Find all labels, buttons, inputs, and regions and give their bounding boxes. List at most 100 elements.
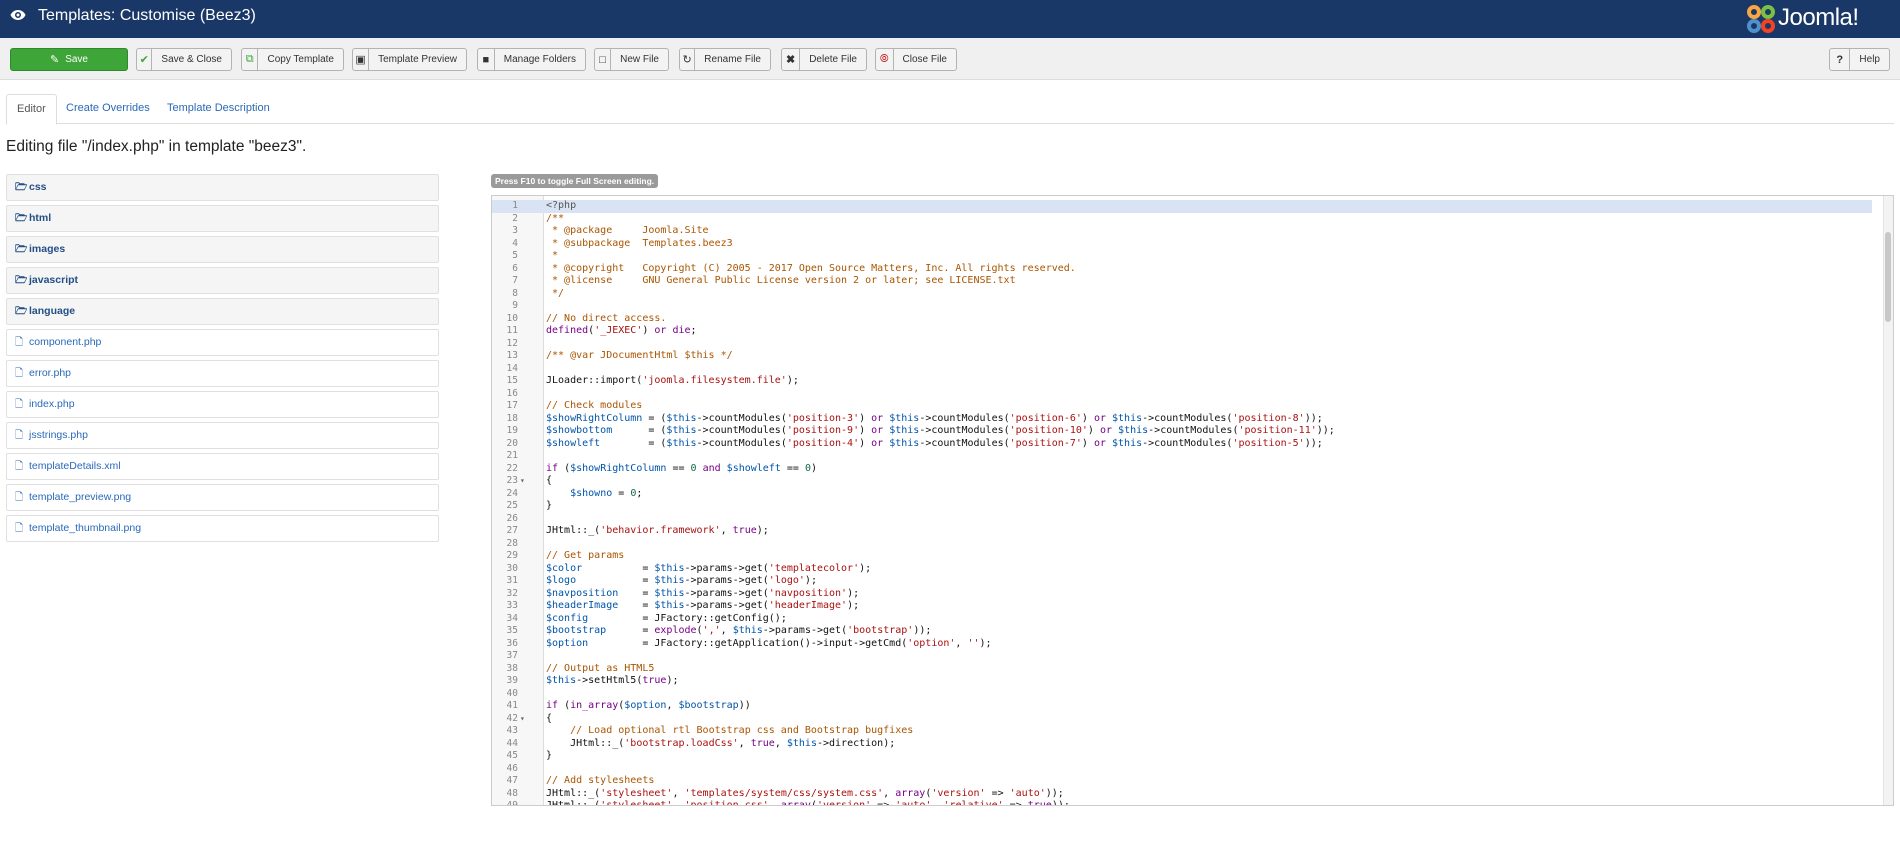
code-line[interactable]: 28 [492, 538, 1872, 551]
folder-label: javascript [29, 274, 79, 286]
folder-item-language[interactable]: 🗁 language [6, 298, 439, 325]
code-line[interactable]: 3 * @package Joomla.Site [492, 225, 1872, 238]
code-line[interactable]: 1 <?php [492, 200, 1872, 213]
code-text: */ [546, 287, 565, 299]
code-line[interactable]: 22 if ($showRightColumn == 0 and $showlef… [492, 463, 1872, 476]
code-line[interactable]: 45} [492, 750, 1872, 763]
code-line[interactable]: 34 $config = JFactory::getConfig(); [492, 613, 1872, 626]
code-line[interactable]: 6 * @copyright Copyright (C) 2005 - 2017… [492, 263, 1872, 276]
code-text: $option = JFactory::getApplication()->in… [546, 637, 992, 649]
code-line[interactable]: 43 // Load optional rtl Bootstrap css an… [492, 725, 1872, 738]
code-line[interactable]: 26 [492, 513, 1872, 526]
code-editor[interactable]: 1 <?php 2/** 3 * @package Joomla.Site 4 * @s… [491, 195, 1894, 806]
line-number: 20 [506, 437, 518, 449]
code-line[interactable]: 20 $showleft = ($this->countModules('posi… [492, 438, 1872, 451]
file-item-index[interactable]: 🗋 index.php [6, 391, 439, 418]
code-line[interactable]: 24 $showno = 0; [492, 488, 1872, 501]
fold-marker-icon[interactable]: ▾ [520, 475, 525, 488]
code-line[interactable]: 19 $showbottom = ($this->countModules('po… [492, 425, 1872, 438]
save-close-button[interactable]: ✔ Save & Close [136, 48, 232, 71]
folder-item-javascript[interactable]: 🗁 javascript [6, 267, 439, 294]
code-line[interactable]: 21 [492, 450, 1872, 463]
file-item-error[interactable]: 🗋 error.php [6, 360, 439, 387]
save-button[interactable]: ✎ Save [10, 48, 128, 71]
code-line[interactable]: 42 ▾ { [492, 713, 1872, 726]
file-item-jsstrings[interactable]: 🗋 jsstrings.php [6, 422, 439, 449]
code-line[interactable]: 18 $showRightColumn = ($this->countModule… [492, 413, 1872, 426]
copy-template-button[interactable]: ⧉ Copy Template [241, 48, 344, 71]
code-line[interactable]: 29 // Get params [492, 550, 1872, 563]
line-number: 1 [512, 200, 518, 211]
code-text: $config = JFactory::getConfig(); [546, 612, 787, 624]
code-line[interactable]: 14 [492, 363, 1872, 376]
code-text: $showleft = ($this->countModules('positi… [546, 437, 1323, 449]
code-line[interactable]: 12 [492, 338, 1872, 351]
editor-scrollbar[interactable] [1883, 196, 1893, 805]
code-line[interactable]: 39 $this->setHtml5(true); [492, 675, 1872, 688]
folder-item-images[interactable]: 🗁 images [6, 236, 439, 263]
code-line[interactable]: 37 [492, 650, 1872, 663]
code-line[interactable]: 41 if (in_array($option, $bootstrap)) [492, 700, 1872, 713]
code-line[interactable]: 31 $logo = $this->params->get('logo'); [492, 575, 1872, 588]
manage-folders-button[interactable]: ■ Manage Folders [477, 48, 586, 71]
code-line[interactable]: 25} [492, 500, 1872, 513]
tab-editor[interactable]: Editor [6, 94, 57, 125]
code-text: JHtml::_('behavior.framework', true); [546, 525, 769, 536]
file-item-component[interactable]: 🗋 component.php [6, 329, 439, 356]
tab-template-description[interactable]: Template Description [157, 94, 280, 124]
code-line[interactable]: 13 /** @var JDocumentHtml $this */ [492, 350, 1872, 363]
times-icon: ✖ [782, 49, 801, 70]
code-text: $showno = 0; [570, 487, 643, 499]
delete-file-button[interactable]: ✖ Delete File [781, 48, 867, 71]
code-line[interactable]: 44 JHtml::_('bootstrap.loadCss', true, $… [492, 738, 1872, 751]
code-text: { [546, 475, 553, 486]
folder-item-html[interactable]: 🗁 html [6, 205, 439, 232]
rename-file-button[interactable]: ↻ Rename File [679, 48, 771, 71]
code-line[interactable]: 9 [492, 300, 1872, 313]
question-icon: ? [1830, 49, 1851, 70]
code-line[interactable]: 5 * [492, 250, 1872, 263]
code-line[interactable]: 11 defined('_JEXEC') or die; [492, 325, 1872, 338]
code-line[interactable]: 8 */ [492, 288, 1872, 301]
code-line[interactable]: 4 * @subpackage Templates.beez3 [492, 238, 1872, 251]
file-item-template-preview[interactable]: 🗋 template_preview.png [6, 484, 439, 511]
code-line[interactable]: 48 JHtml::_('stylesheet', 'templates/syst… [492, 788, 1872, 801]
code-line[interactable]: 2 /** [492, 213, 1872, 226]
file-item-templatedetails[interactable]: 🗋 templateDetails.xml [6, 453, 439, 480]
code-text: // Output as HTML5 [546, 662, 655, 674]
code-line[interactable]: 49 JHtml::_('stylesheet', 'position.css',… [492, 800, 1872, 806]
code-line[interactable]: 35 $bootstrap = explode(',', $this->param… [492, 625, 1872, 638]
code-line[interactable]: 17 // Check modules [492, 400, 1872, 413]
copy-icon: ⧉ [242, 49, 259, 70]
code-line[interactable]: 27 JHtml::_('behavior.framework', true); [492, 525, 1872, 538]
template-preview-button[interactable]: ▣ Template Preview [352, 48, 467, 71]
code-line[interactable]: 30 $color = $this->params->get('templatec… [492, 563, 1872, 576]
line-number: 5 [512, 250, 518, 261]
file-item-template-thumbnail[interactable]: 🗋 template_thumbnail.png [6, 515, 439, 542]
new-file-button[interactable]: □ New File [594, 48, 669, 71]
code-line[interactable]: 33 $headerImage = $this->params->get('hea… [492, 600, 1872, 613]
folder-item-css[interactable]: 🗁 css [6, 174, 439, 201]
help-button[interactable]: ? Help [1829, 48, 1890, 71]
code-line[interactable]: 38 // Output as HTML5 [492, 663, 1872, 676]
code-line[interactable]: 46 [492, 763, 1872, 776]
folder-open-icon: 🗁 [15, 244, 28, 255]
tab-create-overrides[interactable]: Create Overrides [56, 94, 160, 124]
code-text: $bootstrap = explode(',', $this->params-… [546, 625, 932, 636]
code-line[interactable]: 36 $option = JFactory::getApplication()->… [492, 638, 1872, 651]
close-file-button[interactable]: ⦾ Close File [875, 48, 957, 71]
code-line[interactable]: 15 JLoader::import('joomla.filesystem.fil… [492, 375, 1872, 388]
joomla-logo-text: Joomla! [1778, 4, 1859, 31]
code-line[interactable]: 16 [492, 388, 1872, 401]
code-line[interactable]: 7 * @license GNU General Public License … [492, 275, 1872, 288]
line-number: 18 [506, 412, 518, 424]
code-line[interactable]: 40 [492, 688, 1872, 701]
code-text: // Get params [546, 550, 625, 561]
code-line[interactable]: 10 // No direct access. [492, 313, 1872, 326]
fold-marker-icon[interactable]: ▾ [520, 713, 525, 726]
code-line[interactable]: 47 // Add stylesheets [492, 775, 1872, 788]
code-line[interactable]: 32 $navposition = $this->params->get('nav… [492, 588, 1872, 601]
code-line[interactable]: 23 ▾ { [492, 475, 1872, 488]
editor-scrollbar-thumb[interactable] [1885, 232, 1891, 322]
line-number: 49 [506, 800, 518, 806]
